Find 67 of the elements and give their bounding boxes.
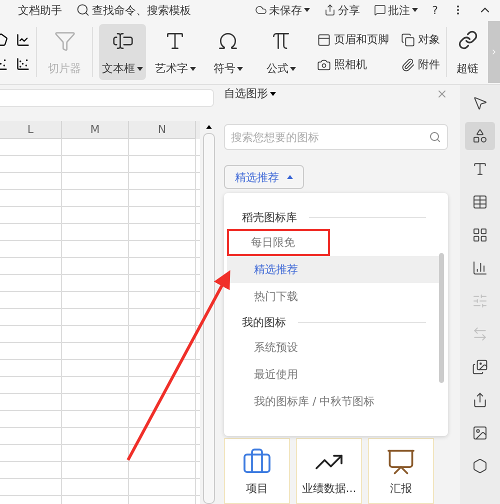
assistant-label[interactable]: 文档助手 — [18, 2, 62, 18]
menu-scrollbar[interactable] — [439, 253, 444, 383]
line-chart-icon[interactable] — [16, 33, 30, 47]
share-button[interactable]: 分享 — [324, 2, 360, 18]
panel-title[interactable]: 自选图形 — [224, 86, 276, 102]
cloud-button[interactable]: 未保存 — [255, 2, 310, 18]
menu-item[interactable]: 最近使用 — [227, 361, 440, 388]
menu-item[interactable]: 热门下载 — [227, 283, 440, 310]
comment-button[interactable]: 批注 — [374, 2, 418, 18]
object-icon — [400, 32, 415, 46]
category-dropdown[interactable]: 精选推荐 — [224, 165, 304, 189]
link-icon — [458, 30, 478, 50]
close-icon[interactable] — [436, 88, 448, 100]
spreadsheet-grid[interactable]: L M N — [0, 121, 200, 504]
sidebar-button[interactable] — [465, 122, 495, 150]
share-icon — [324, 4, 336, 16]
formula-button[interactable]: 公式 — [258, 24, 305, 80]
textbox-button[interactable]: 文本框 — [99, 24, 146, 80]
caret-up-icon — [206, 125, 212, 129]
header-button[interactable]: 页眉和页脚 — [316, 32, 389, 47]
share-icon — [472, 392, 488, 408]
scatter-chart-icon[interactable] — [16, 57, 30, 71]
section-heading: 稻壳图标库 — [242, 210, 297, 224]
grid-icon — [472, 227, 488, 243]
comment-icon — [374, 4, 386, 16]
symbol-button[interactable]: 符号 — [204, 24, 252, 80]
hyperlink-button[interactable]: 超链 — [452, 24, 482, 80]
search-icon — [76, 3, 90, 17]
search-icon[interactable] — [429, 131, 441, 144]
menu-item[interactable]: 每日限免 — [227, 229, 330, 256]
search-input[interactable]: 搜索您想要的图标 — [231, 125, 429, 150]
sliders-icon — [472, 293, 488, 309]
scrollbar[interactable] — [203, 132, 215, 504]
shapes-icon — [472, 128, 488, 144]
text-box-icon — [112, 30, 134, 52]
attach-button[interactable]: 附件 — [400, 57, 440, 72]
camera-icon — [316, 58, 331, 72]
menu-item[interactable]: 精选推荐 — [227, 256, 440, 283]
swap-icon — [472, 326, 488, 342]
command-search[interactable]: 查找命令、搜索模板 — [76, 2, 191, 18]
images-icon — [472, 359, 488, 375]
paperclip-icon — [400, 58, 415, 72]
pointer-icon — [472, 95, 488, 111]
search-field[interactable]: 搜索您想要的图标 — [224, 124, 448, 150]
hexagon-icon — [472, 458, 488, 474]
caret-up-icon — [287, 175, 293, 180]
table-icon — [472, 194, 488, 210]
caret-down-icon — [270, 92, 276, 96]
camera-button[interactable]: 照相机 — [316, 57, 389, 72]
icon-card[interactable]: 业绩数据... — [296, 438, 362, 504]
column-header[interactable]: N — [129, 121, 196, 139]
cloud-icon — [255, 4, 268, 16]
column-header[interactable]: M — [62, 121, 129, 139]
filter-icon — [54, 30, 76, 52]
object-button[interactable]: 对象 — [400, 32, 440, 47]
omega-icon — [217, 30, 240, 52]
wordart-button[interactable]: 艺术字 — [152, 24, 199, 80]
help-button[interactable]: ? — [432, 4, 438, 16]
page-header-icon — [316, 32, 331, 46]
column-header[interactable]: L — [0, 121, 62, 139]
icon-card[interactable]: 项目 — [224, 438, 290, 504]
menu-item[interactable]: 我的图标库 / 中秋节图标 — [227, 388, 440, 415]
section-heading: 我的图标 — [242, 314, 286, 330]
bar-chart-icon — [472, 260, 488, 276]
image-icon — [472, 425, 488, 441]
icon-card[interactable]: 汇报 — [368, 438, 434, 504]
menu-item[interactable]: 系统预设 — [227, 334, 440, 361]
